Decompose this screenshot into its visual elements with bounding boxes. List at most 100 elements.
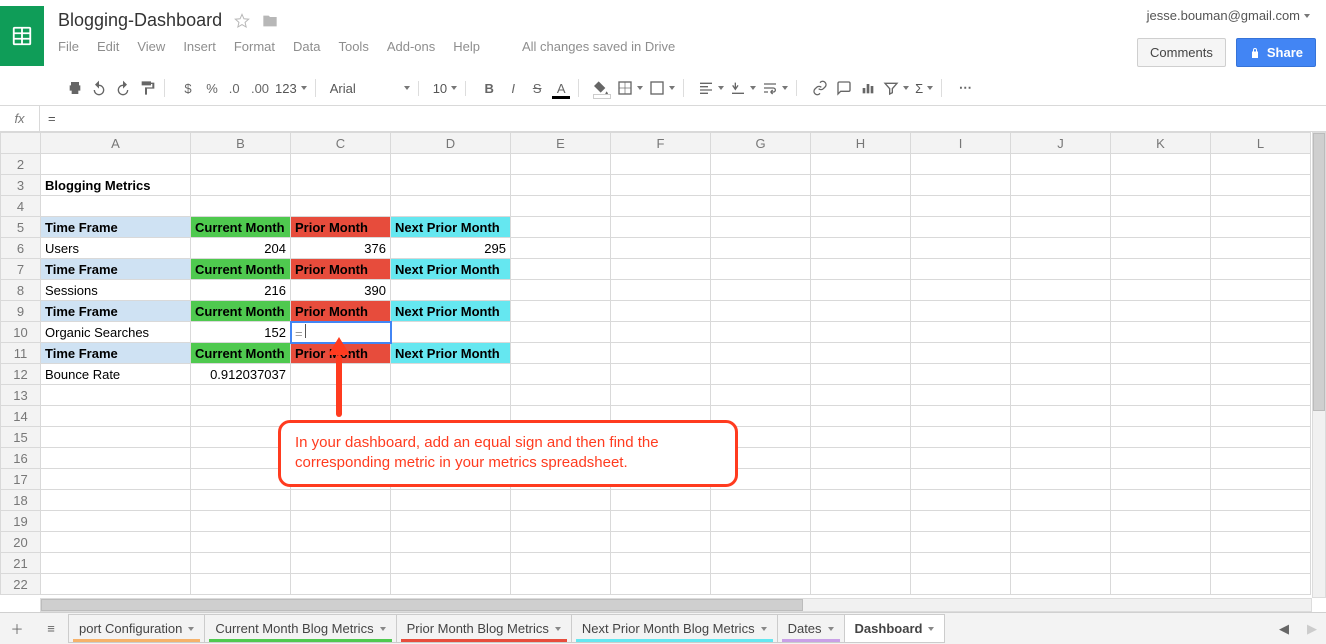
cell[interactable] — [811, 448, 911, 469]
more-button[interactable]: ⋯ — [956, 79, 974, 97]
cell[interactable] — [291, 553, 391, 574]
cell[interactable] — [611, 406, 711, 427]
cell[interactable]: Current Month — [191, 343, 291, 364]
row-header[interactable]: 15 — [1, 427, 41, 448]
sheet-tab[interactable]: Dashboard — [844, 614, 946, 643]
col-header[interactable]: J — [1011, 133, 1111, 154]
cell[interactable] — [811, 154, 911, 175]
cell[interactable]: Users — [41, 238, 191, 259]
cell[interactable] — [511, 322, 611, 343]
currency-icon[interactable]: $ — [179, 79, 197, 97]
row-header[interactable]: 21 — [1, 553, 41, 574]
cell[interactable] — [1111, 574, 1211, 595]
cell[interactable] — [711, 154, 811, 175]
cell[interactable] — [611, 301, 711, 322]
cell[interactable]: Time Frame — [41, 343, 191, 364]
cell[interactable] — [1011, 238, 1111, 259]
row-header[interactable]: 7 — [1, 259, 41, 280]
cell[interactable] — [191, 154, 291, 175]
cell[interactable] — [191, 553, 291, 574]
cell[interactable] — [1111, 553, 1211, 574]
cell[interactable]: Blogging Metrics — [41, 175, 191, 196]
cell[interactable] — [811, 406, 911, 427]
col-header[interactable]: C — [291, 133, 391, 154]
cell[interactable] — [1111, 175, 1211, 196]
cell[interactable] — [41, 490, 191, 511]
row-header[interactable]: 11 — [1, 343, 41, 364]
cell[interactable] — [191, 469, 291, 490]
cell[interactable] — [191, 574, 291, 595]
cell[interactable] — [811, 385, 911, 406]
cell[interactable] — [1211, 406, 1311, 427]
cell[interactable] — [1211, 238, 1311, 259]
col-header[interactable]: I — [911, 133, 1011, 154]
cell[interactable] — [1111, 238, 1211, 259]
cell[interactable] — [191, 427, 291, 448]
cell[interactable] — [611, 259, 711, 280]
cell[interactable] — [1211, 574, 1311, 595]
cell[interactable] — [391, 574, 511, 595]
row-header[interactable]: 14 — [1, 406, 41, 427]
row-header[interactable]: 19 — [1, 511, 41, 532]
cell[interactable]: Next Prior Month — [391, 259, 511, 280]
cell[interactable] — [1211, 259, 1311, 280]
cell[interactable] — [1011, 511, 1111, 532]
cell[interactable] — [391, 469, 511, 490]
cell[interactable] — [1011, 427, 1111, 448]
cell[interactable] — [811, 490, 911, 511]
cell[interactable] — [1011, 343, 1111, 364]
cell[interactable] — [291, 385, 391, 406]
cell[interactable] — [1111, 217, 1211, 238]
link-icon[interactable] — [811, 79, 829, 97]
cell[interactable] — [1011, 259, 1111, 280]
cell[interactable] — [291, 196, 391, 217]
cell[interactable] — [1211, 385, 1311, 406]
cell[interactable] — [911, 322, 1011, 343]
cell[interactable]: 216 — [191, 280, 291, 301]
user-account[interactable]: jesse.bouman@gmail.com — [1147, 8, 1316, 23]
cell[interactable] — [711, 196, 811, 217]
col-header[interactable]: F — [611, 133, 711, 154]
number-format-menu[interactable]: 123 — [275, 81, 307, 96]
redo-icon[interactable] — [114, 79, 132, 97]
cell[interactable] — [41, 385, 191, 406]
cell[interactable] — [391, 553, 511, 574]
cell[interactable] — [611, 196, 711, 217]
comment-icon[interactable] — [835, 79, 853, 97]
cell[interactable] — [711, 406, 811, 427]
cell[interactable] — [711, 448, 811, 469]
cell[interactable] — [1011, 553, 1111, 574]
cell[interactable] — [511, 553, 611, 574]
document-title[interactable]: Blogging-Dashboard — [58, 10, 222, 31]
cell[interactable] — [1111, 196, 1211, 217]
cell[interactable] — [611, 322, 711, 343]
cell[interactable] — [711, 343, 811, 364]
cell[interactable] — [711, 280, 811, 301]
cell[interactable] — [511, 490, 611, 511]
cell[interactable] — [511, 280, 611, 301]
cell[interactable] — [391, 385, 511, 406]
cell[interactable] — [191, 448, 291, 469]
cell[interactable] — [41, 448, 191, 469]
cell[interactable] — [391, 364, 511, 385]
cell[interactable] — [1211, 217, 1311, 238]
col-header[interactable]: H — [811, 133, 911, 154]
cell[interactable] — [41, 154, 191, 175]
cell[interactable] — [811, 259, 911, 280]
col-header[interactable]: D — [391, 133, 511, 154]
cell[interactable] — [1011, 301, 1111, 322]
cell[interactable] — [911, 574, 1011, 595]
percent-icon[interactable]: % — [203, 79, 221, 97]
cell[interactable] — [1111, 427, 1211, 448]
col-header[interactable]: G — [711, 133, 811, 154]
cell[interactable] — [391, 196, 511, 217]
cell[interactable] — [811, 322, 911, 343]
cell[interactable] — [391, 280, 511, 301]
cell[interactable] — [811, 427, 911, 448]
cell[interactable] — [811, 532, 911, 553]
cell[interactable] — [1211, 553, 1311, 574]
col-header[interactable]: B — [191, 133, 291, 154]
cell[interactable] — [191, 196, 291, 217]
sheet-tab[interactable]: Prior Month Blog Metrics — [396, 614, 572, 643]
comments-button[interactable]: Comments — [1137, 38, 1226, 67]
